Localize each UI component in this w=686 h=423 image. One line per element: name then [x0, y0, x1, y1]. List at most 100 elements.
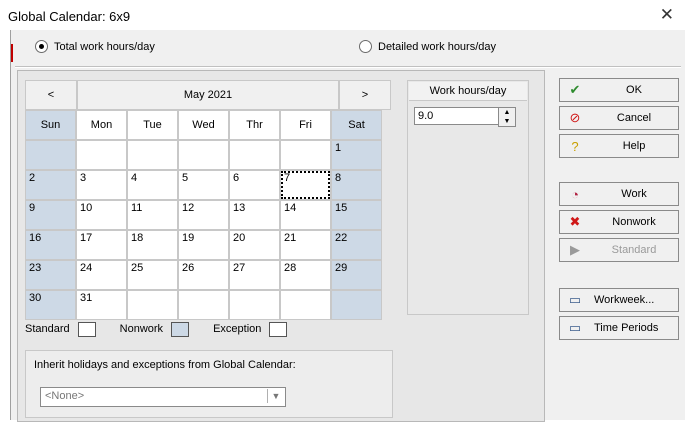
calendar-day-cell[interactable] — [25, 140, 76, 170]
day-header: Sun — [25, 110, 76, 140]
calendar-day-cell[interactable]: 11 — [127, 200, 178, 230]
calendar-day-cell[interactable] — [76, 140, 127, 170]
legend-exception-swatch — [269, 321, 288, 337]
calendar-day-cell[interactable]: 23 — [25, 260, 76, 290]
calendar-day-cell[interactable]: 13 — [229, 200, 280, 230]
mode-radio-group: Total work hours/day Detailed work hours… — [25, 38, 665, 56]
spin-up-icon[interactable]: ▲ — [499, 108, 515, 117]
workweek-label: Workweek... — [594, 294, 655, 306]
cancel-icon: ⊘ — [569, 110, 581, 125]
calendar-day-cell[interactable]: 22 — [331, 230, 382, 260]
calendar-day-cell[interactable] — [280, 290, 331, 320]
help-icon: ? — [571, 138, 579, 154]
divider — [15, 66, 681, 68]
ok-button[interactable]: ✔ OK — [559, 78, 679, 102]
work-hours-input[interactable]: 9.0 — [414, 107, 499, 125]
calendar-day-cell[interactable]: 24 — [76, 260, 127, 290]
work-hours-header: Work hours/day — [409, 82, 527, 101]
inherit-calendar-select[interactable]: <None> ▼ — [40, 387, 286, 407]
day-header: Tue — [127, 110, 178, 140]
help-label: Help — [622, 140, 646, 152]
legend-nonwork-label: Nonwork — [119, 323, 164, 335]
calendar-day-cell[interactable]: 7 — [280, 170, 331, 200]
calendar-day-cell[interactable]: 10 — [76, 200, 127, 230]
calendar-day-cell[interactable]: 8 — [331, 170, 382, 200]
title-bar: Global Calendar: 6x9 ✕ — [0, 0, 686, 30]
next-month-button[interactable]: > — [339, 80, 391, 110]
calendar-day-cell[interactable]: 3 — [76, 170, 127, 200]
standard-button[interactable]: ▶ Standard — [559, 238, 679, 262]
legend-nonwork-swatch — [171, 321, 190, 337]
prev-month-button[interactable]: < — [25, 80, 77, 110]
total-hours-radio[interactable]: Total work hours/day — [35, 40, 155, 53]
inherit-group: Inherit holidays and exceptions from Glo… — [25, 350, 393, 418]
close-icon[interactable]: ✕ — [660, 5, 674, 25]
calendar-day-cell[interactable] — [331, 290, 382, 320]
chevron-down-icon[interactable]: ▼ — [267, 389, 284, 403]
monitor-icon: ▭ — [568, 292, 582, 307]
calendar-day-cell[interactable]: 18 — [127, 230, 178, 260]
calendar-day-cell[interactable]: 9 — [25, 200, 76, 230]
day-header: Thr — [229, 110, 280, 140]
nonwork-button[interactable]: ✖ Nonwork — [559, 210, 679, 234]
calendar-day-cell[interactable]: 31 — [76, 290, 127, 320]
calendar-day-cell[interactable] — [178, 290, 229, 320]
calendar-day-cell[interactable] — [127, 140, 178, 170]
calendar-day-cell[interactable]: 30 — [25, 290, 76, 320]
detailed-hours-label: Detailed work hours/day — [378, 40, 497, 53]
help-button[interactable]: ? Help — [559, 134, 679, 158]
legend-standard-swatch — [77, 321, 96, 337]
calendar-day-cell[interactable]: 16 — [25, 230, 76, 260]
month-label: May 2021 — [77, 80, 339, 110]
calendar-day-cell[interactable]: 12 — [178, 200, 229, 230]
checkmark-icon: ✔ — [569, 82, 581, 97]
calendar-day-cell[interactable]: 5 — [178, 170, 229, 200]
inherit-label: Inherit holidays and exceptions from Glo… — [34, 359, 296, 371]
day-header: Mon — [76, 110, 127, 140]
spin-down-icon[interactable]: ▼ — [499, 117, 515, 126]
calendar-day-cell[interactable] — [229, 290, 280, 320]
calendar-day-cell[interactable]: 19 — [178, 230, 229, 260]
standard-label: Standard — [611, 244, 657, 256]
cancel-label: Cancel — [616, 112, 652, 124]
focus-marker — [11, 44, 13, 62]
cancel-button[interactable]: ⊘ Cancel — [559, 106, 679, 130]
x-icon: ✖ — [569, 214, 581, 229]
detailed-hours-radio[interactable]: Detailed work hours/day — [359, 40, 496, 53]
calendar-header: < May 2021 > — [25, 80, 391, 110]
calendar-day-cell[interactable]: 15 — [331, 200, 382, 230]
workweek-button[interactable]: ▭ Workweek... — [559, 288, 679, 312]
calendar-dialog: Total work hours/day Detailed work hours… — [10, 30, 685, 422]
work-button[interactable]: ◔ Work — [559, 182, 679, 206]
legend-standard-label: Standard — [25, 323, 70, 335]
calendar-day-cell[interactable]: 29 — [331, 260, 382, 290]
calendar-grid: Sun Mon Tue Wed Thr Fri Sat 1 2 3 4 5 6 7 8 9 10 11 12 13 14… — [25, 110, 391, 320]
window-title: Global Calendar: 6x9 — [8, 9, 131, 24]
calendar-day-cell[interactable] — [280, 140, 331, 170]
time-periods-button[interactable]: ▭ Time Periods — [559, 316, 679, 340]
calendar-day-cell[interactable]: 20 — [229, 230, 280, 260]
calendar-day-cell[interactable]: 4 — [127, 170, 178, 200]
calendar-day-cell[interactable]: 1 — [331, 140, 382, 170]
monitor-icon: ▭ — [568, 320, 582, 335]
calendar-day-cell[interactable]: 26 — [178, 260, 229, 290]
calendar-day-cell[interactable]: 21 — [280, 230, 331, 260]
calendar-day-cell[interactable]: 25 — [127, 260, 178, 290]
work-hours-spinner[interactable]: ▲ ▼ — [498, 107, 516, 127]
calendar-day-cell[interactable]: 28 — [280, 260, 331, 290]
calendar-day-cell[interactable] — [229, 140, 280, 170]
calendar-day-cell[interactable]: 14 — [280, 200, 331, 230]
calendar-day-cell[interactable]: 17 — [76, 230, 127, 260]
calendar-day-cell[interactable]: 27 — [229, 260, 280, 290]
calendar-day-cell[interactable] — [127, 290, 178, 320]
calendar-day-cell[interactable] — [178, 140, 229, 170]
radio-selected-icon — [35, 40, 48, 53]
play-icon: ▶ — [570, 242, 580, 257]
work-label: Work — [621, 188, 647, 200]
legend-exception-label: Exception — [213, 323, 262, 335]
calendar-day-cell[interactable]: 2 — [25, 170, 76, 200]
month-calendar: < May 2021 > Sun Mon Tue Wed Thr Fri Sat 1 2 3 4 5 6… — [25, 80, 391, 320]
calendar-day-cell[interactable]: 6 — [229, 170, 280, 200]
day-header: Wed — [178, 110, 229, 140]
total-hours-label: Total work hours/day — [54, 40, 155, 53]
